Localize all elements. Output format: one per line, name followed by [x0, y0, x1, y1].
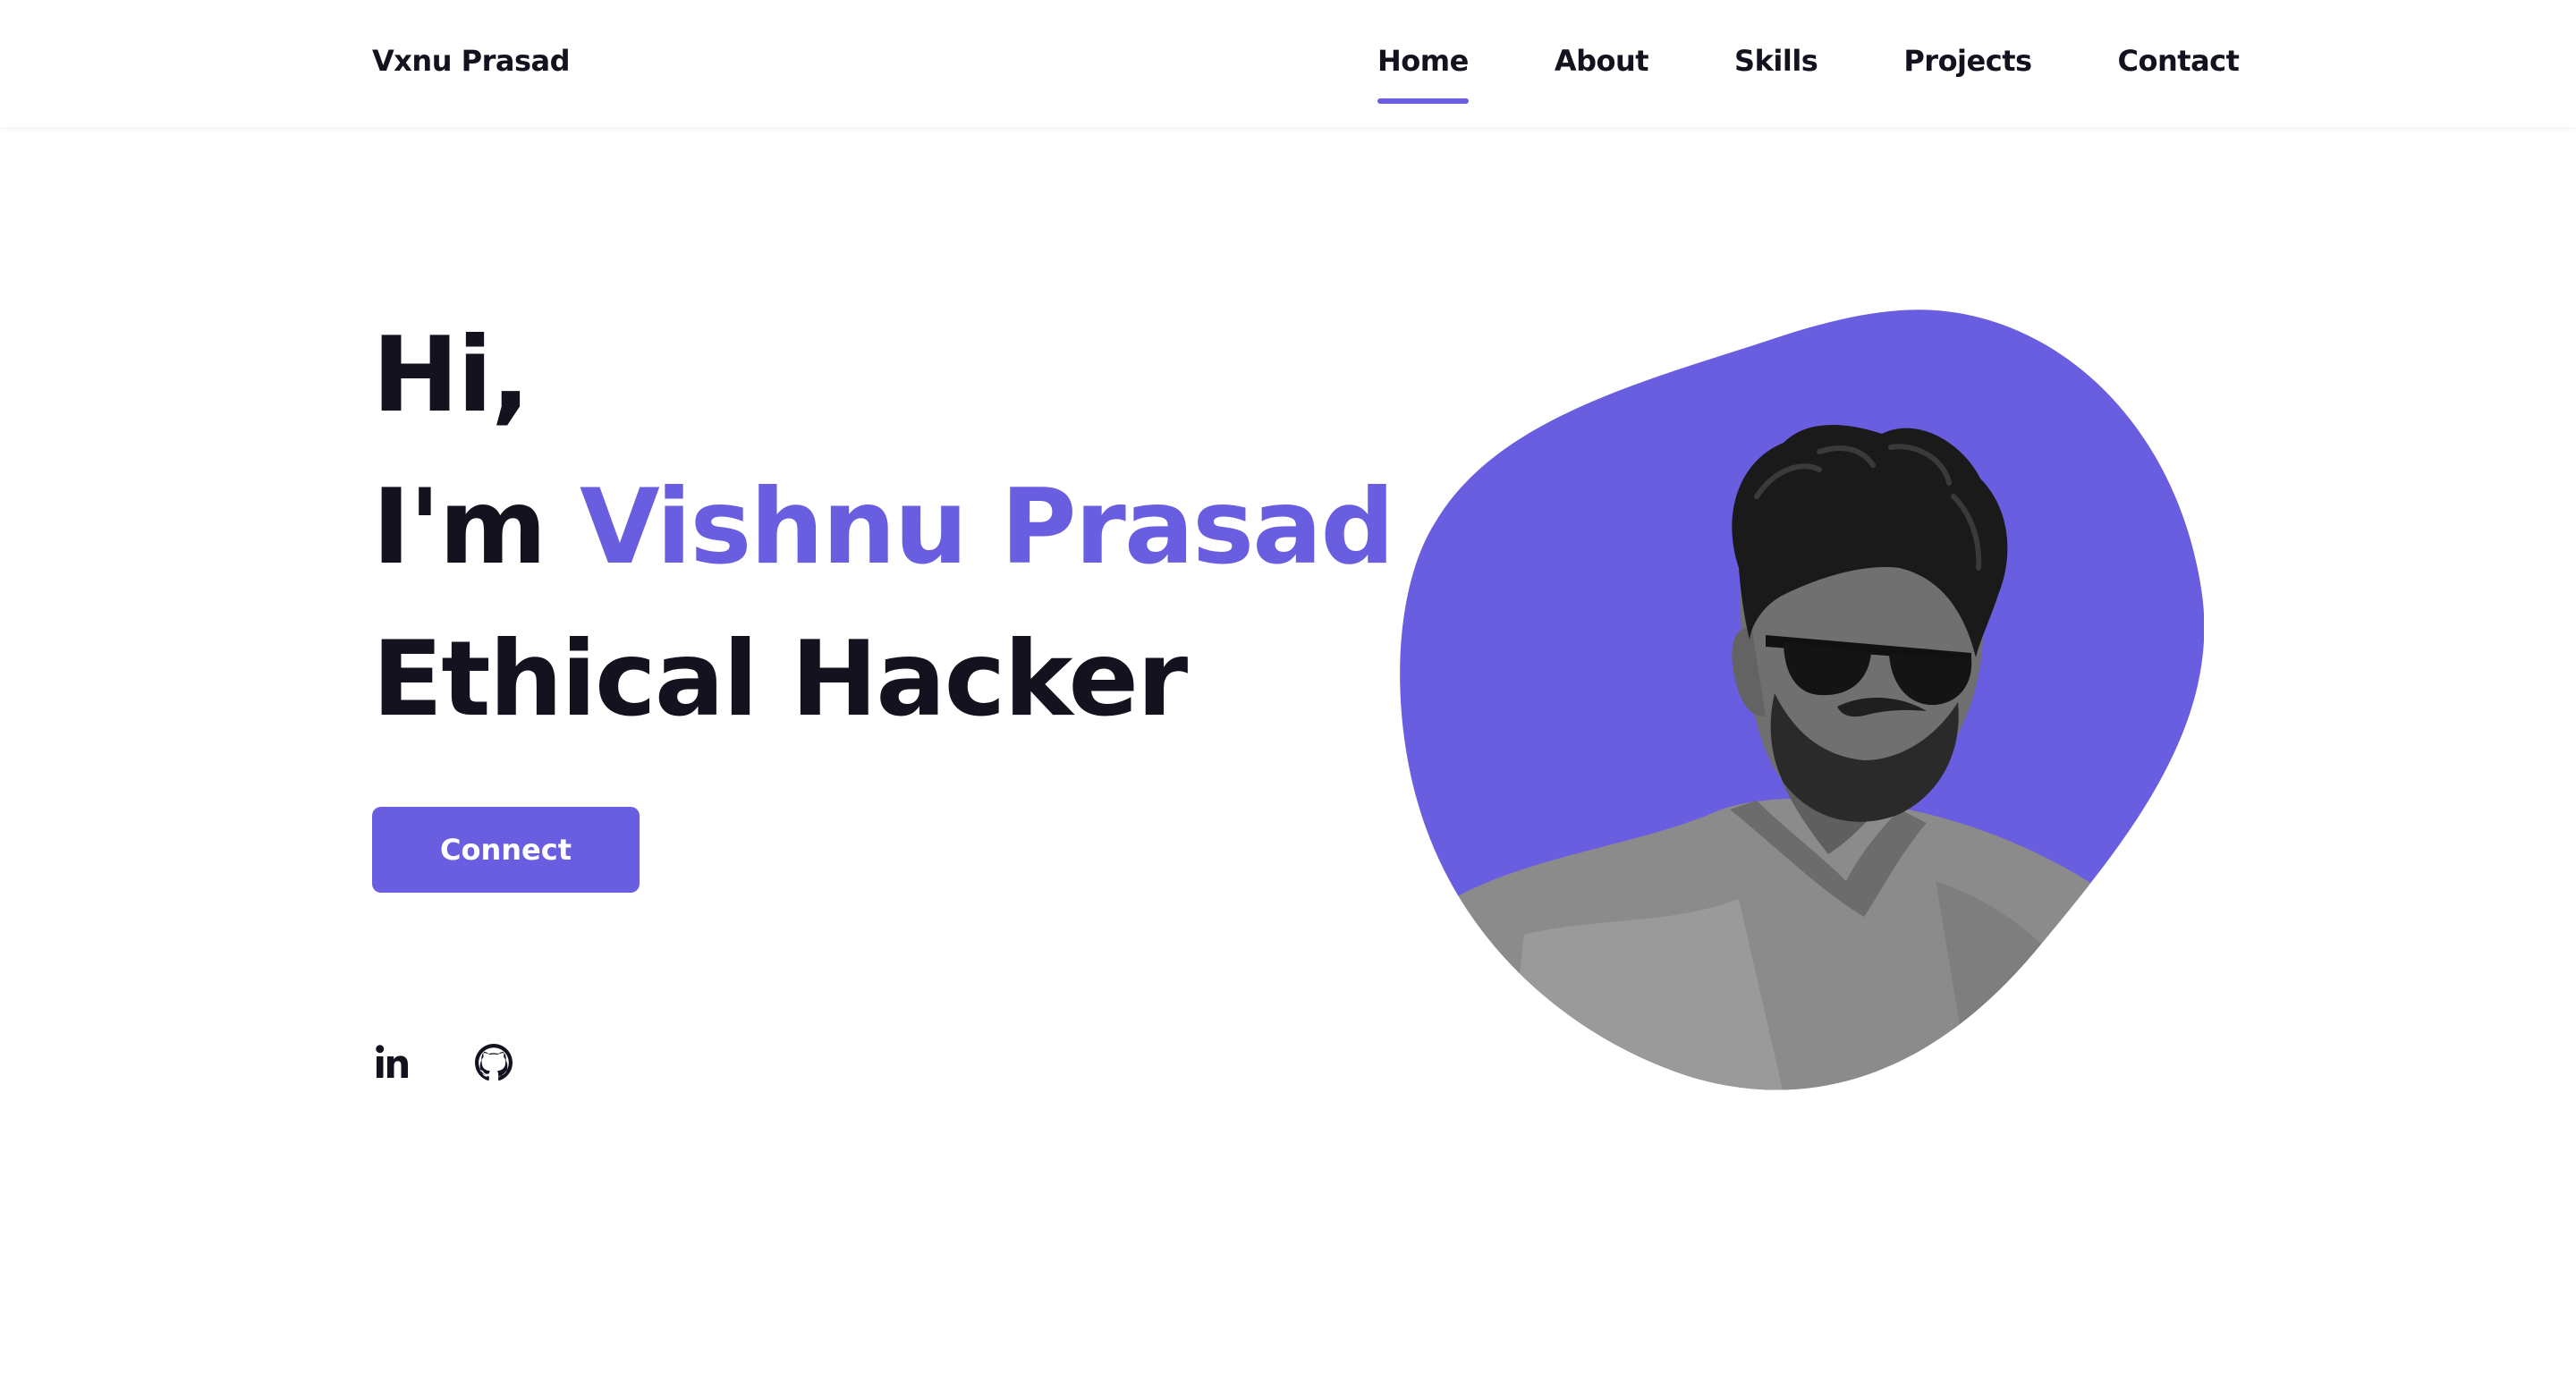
- nav-skills-label: Skills: [1734, 44, 1818, 78]
- nav-about-label: About: [1554, 44, 1649, 78]
- nav-contact[interactable]: Contact: [2118, 43, 2240, 79]
- social-links: [372, 1041, 572, 1084]
- nav-about[interactable]: About: [1554, 43, 1649, 79]
- nav-contact-label: Contact: [2117, 44, 2240, 78]
- github-icon[interactable]: [472, 1041, 515, 1084]
- main-nav: Home About Skills Projects Contact: [1377, 43, 2240, 106]
- linkedin-icon[interactable]: [372, 1041, 415, 1084]
- nav-home[interactable]: Home: [1377, 43, 1469, 104]
- nav-home-label: Home: [1377, 44, 1469, 78]
- hero-heading: Hi, I'm Vishnu Prasad Ethical Hacker: [372, 300, 1394, 756]
- site-header: Vxnu Prasad Home About Skills Projects C…: [0, 0, 2576, 127]
- hero-intro: I'm Vishnu Prasad: [372, 452, 1394, 604]
- hero-name: Vishnu Prasad: [579, 467, 1395, 588]
- active-nav-indicator: [1377, 98, 1469, 104]
- portrait-illustration: [1399, 309, 2204, 1094]
- nav-projects-label: Projects: [1903, 44, 2032, 78]
- hero-greeting: Hi,: [372, 315, 530, 436]
- hero-intro-prefix: I'm: [372, 467, 547, 588]
- nav-projects[interactable]: Projects: [1903, 43, 2032, 79]
- connect-button[interactable]: Connect: [372, 807, 640, 893]
- nav-skills[interactable]: Skills: [1734, 43, 1818, 79]
- site-logo[interactable]: Vxnu Prasad: [372, 43, 570, 79]
- hero-role: Ethical Hacker: [372, 619, 1188, 740]
